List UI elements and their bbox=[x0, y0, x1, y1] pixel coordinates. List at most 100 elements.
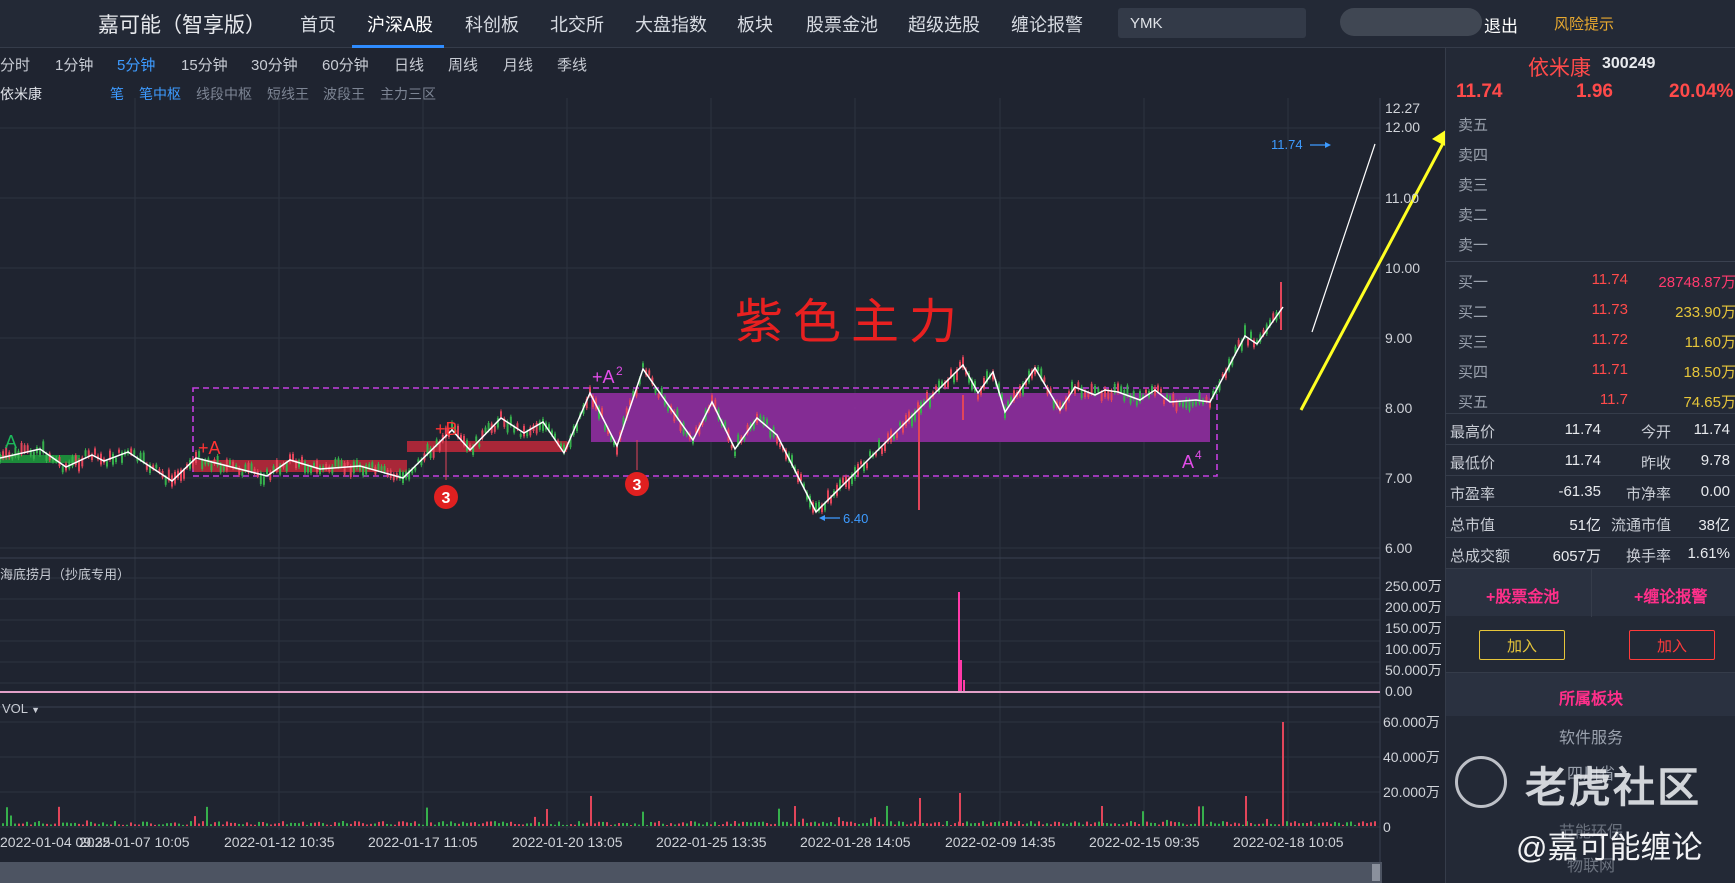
volume-bar bbox=[974, 823, 976, 826]
candle-body bbox=[349, 466, 352, 477]
y-tick: 11.00 bbox=[1385, 190, 1419, 206]
add-alert-button[interactable]: 加入 bbox=[1629, 630, 1715, 660]
period-intraday[interactable]: 分时 bbox=[0, 54, 30, 75]
sector-item[interactable]: 软件服务 bbox=[1446, 724, 1735, 748]
volume-bar bbox=[454, 823, 456, 826]
volume-bar bbox=[378, 821, 380, 826]
volume-bar bbox=[134, 824, 136, 826]
nav-super-screener[interactable]: 超级选股 bbox=[908, 11, 980, 37]
nav-stock-pool[interactable]: 股票金池 bbox=[806, 11, 878, 37]
volume-bar bbox=[966, 821, 968, 826]
period-monthly[interactable]: 月线 bbox=[503, 54, 533, 75]
volume-bar bbox=[786, 821, 788, 826]
volume-bar bbox=[1094, 822, 1096, 826]
period-30min[interactable]: 30分钟 bbox=[251, 54, 298, 75]
volume-panel-title[interactable]: VOL ▼ bbox=[2, 701, 40, 716]
x-tick: 2022-01-28 14:05 bbox=[800, 834, 911, 850]
volume-bar bbox=[94, 823, 96, 826]
label-a2-sup: 2 bbox=[616, 364, 623, 378]
volume-bar bbox=[694, 821, 696, 826]
volume-bar bbox=[738, 823, 740, 826]
nav-market-index[interactable]: 大盘指数 bbox=[635, 11, 707, 37]
volume-bar bbox=[262, 821, 264, 826]
logout-link[interactable]: 退出 bbox=[1484, 12, 1518, 37]
volume-bar bbox=[1074, 821, 1076, 826]
period-1min[interactable]: 1分钟 bbox=[55, 54, 93, 75]
y-tick: 40.000万 bbox=[1383, 749, 1440, 765]
volume-bar bbox=[230, 822, 232, 826]
volume-bar bbox=[502, 821, 504, 826]
candle-body bbox=[383, 466, 386, 472]
volume-bar bbox=[790, 823, 792, 826]
volume-bar bbox=[1090, 824, 1092, 826]
nav-home[interactable]: 首页 bbox=[300, 11, 336, 37]
projection-line bbox=[1311, 143, 1376, 333]
volume-bar bbox=[674, 824, 676, 826]
nav-beijing-exchange[interactable]: 北交所 bbox=[550, 11, 604, 37]
volume-bar bbox=[546, 808, 548, 826]
volume-bar bbox=[38, 821, 40, 826]
candle-body bbox=[519, 433, 522, 437]
nav-sector[interactable]: 板块 bbox=[737, 11, 773, 37]
user-avatar[interactable] bbox=[1340, 8, 1482, 36]
volume-bar bbox=[622, 823, 624, 826]
volume-bar bbox=[1038, 821, 1040, 826]
volume-bar bbox=[218, 821, 220, 826]
period-quarterly[interactable]: 季线 bbox=[557, 54, 587, 75]
candle-body bbox=[201, 460, 204, 469]
candle-body bbox=[1145, 389, 1147, 394]
volume-bar bbox=[750, 822, 752, 826]
candle-body bbox=[106, 461, 108, 467]
volume-bar bbox=[1338, 822, 1340, 826]
candle-body bbox=[1107, 390, 1110, 399]
volume-bar bbox=[10, 815, 12, 826]
volume-bar bbox=[1002, 823, 1004, 826]
nav-sh-sz-a-share[interactable]: 沪深A股 bbox=[367, 11, 433, 37]
risk-warning-link[interactable]: 风险提示 bbox=[1554, 13, 1614, 34]
candle-body bbox=[896, 432, 898, 438]
candle-body bbox=[377, 463, 380, 471]
volume-bar bbox=[214, 822, 216, 826]
volume-bar bbox=[930, 823, 932, 826]
volume-bar bbox=[510, 821, 512, 826]
period-5min[interactable]: 5分钟 bbox=[117, 54, 155, 75]
scrollbar-handle[interactable] bbox=[1372, 864, 1380, 881]
nav-star-market[interactable]: 科创板 bbox=[465, 11, 519, 37]
period-daily[interactable]: 日线 bbox=[394, 54, 424, 75]
volume-bar bbox=[602, 821, 604, 826]
volume-bar bbox=[1346, 822, 1348, 826]
period-15min[interactable]: 15分钟 bbox=[181, 54, 228, 75]
volume-bar bbox=[258, 821, 260, 826]
volume-bar bbox=[198, 823, 200, 826]
volume-bar bbox=[558, 821, 560, 826]
nav-chan-alert[interactable]: 缠论报警 bbox=[1011, 11, 1083, 37]
period-weekly[interactable]: 周线 bbox=[448, 54, 478, 75]
volume-bar bbox=[910, 823, 912, 826]
stat-label: 市净率 bbox=[1625, 486, 1671, 503]
volume-bar bbox=[1258, 823, 1260, 826]
search-input[interactable] bbox=[1118, 8, 1306, 38]
volume-bar bbox=[130, 822, 132, 826]
volume-bar bbox=[534, 816, 536, 826]
volume-bar bbox=[798, 821, 800, 826]
volume-bar bbox=[266, 823, 268, 826]
add-to-pool-label[interactable]: +股票金池 bbox=[1486, 583, 1559, 607]
ask-row: 卖五 bbox=[1446, 108, 1735, 138]
volume-bar bbox=[626, 822, 628, 826]
volume-bar bbox=[762, 821, 764, 826]
volume-bar bbox=[1014, 823, 1016, 826]
chart-scrollbar[interactable] bbox=[0, 862, 1382, 883]
volume-bar bbox=[66, 822, 68, 826]
volume-bar bbox=[350, 823, 352, 826]
volume-bar bbox=[250, 824, 252, 826]
period-60min[interactable]: 60分钟 bbox=[322, 54, 369, 75]
volume-bar bbox=[570, 824, 572, 826]
volume-bar bbox=[1362, 821, 1364, 826]
volume-bar bbox=[1310, 821, 1312, 826]
volume-bar bbox=[754, 821, 756, 826]
volume-bar bbox=[1122, 824, 1124, 826]
add-alert-label[interactable]: +缠论报警 bbox=[1634, 583, 1707, 607]
price-chart[interactable]: 紫色主力 A +A +B +A 2 A 4 3 3 11.74 6.40 12.… bbox=[0, 98, 1445, 883]
add-to-pool-button[interactable]: 加入 bbox=[1479, 630, 1565, 660]
volume-bar bbox=[1146, 821, 1148, 826]
